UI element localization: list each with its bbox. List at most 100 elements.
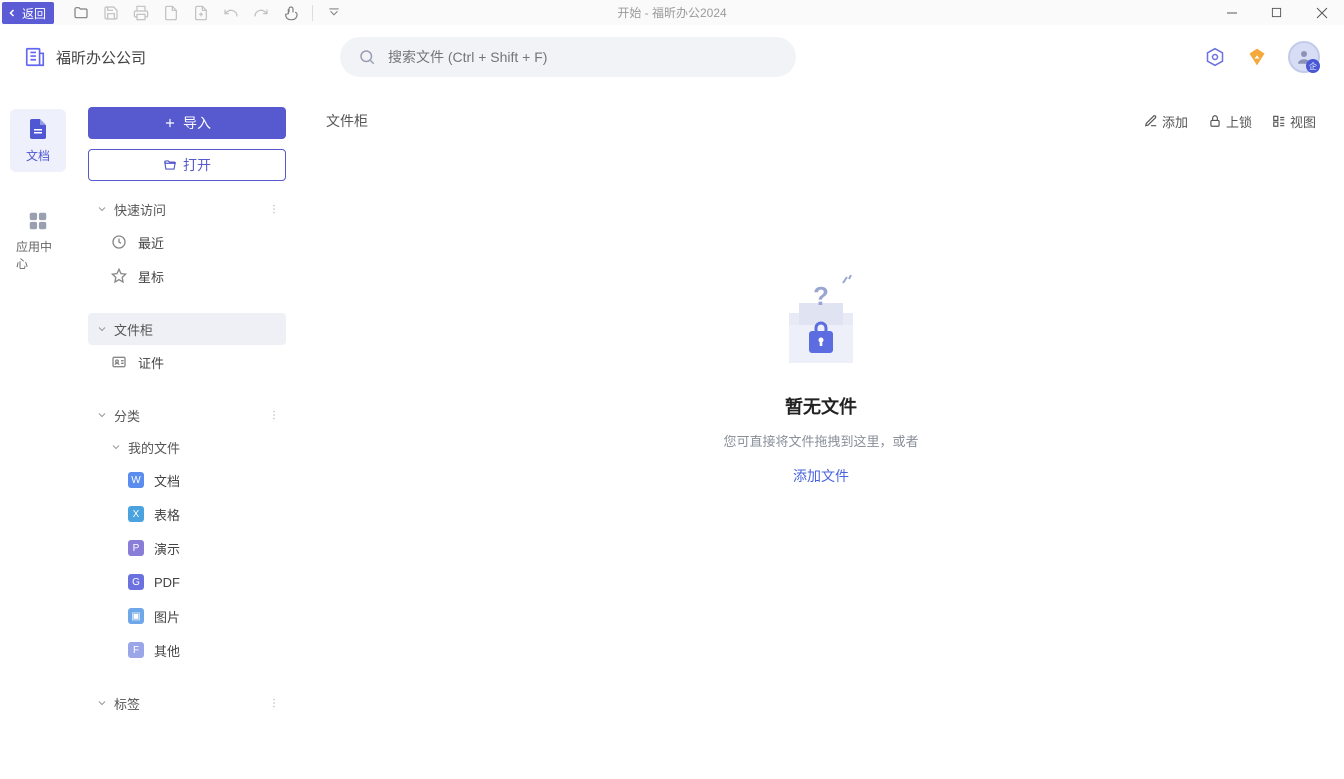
maximize-button[interactable]: [1254, 0, 1299, 25]
tool-add-label: 添加: [1162, 112, 1188, 131]
new-file-2-icon: [186, 0, 216, 25]
settings-icon[interactable]: [1204, 46, 1226, 68]
clock-icon: [110, 234, 128, 250]
app-header: 福昕办公公司 企: [0, 25, 1344, 89]
sub-my-files[interactable]: 我的文件: [88, 431, 286, 463]
chevron-down-icon: [96, 203, 108, 215]
cat-other-label: 其他: [154, 641, 180, 660]
tool-lock[interactable]: 上锁: [1208, 112, 1252, 131]
window-title: 开始 - 福昕办公2024: [617, 4, 726, 21]
section-quick-access[interactable]: 快速访问: [88, 193, 286, 225]
rail-app-center[interactable]: 应用中心: [10, 202, 66, 280]
toolbar-quick-actions: [66, 0, 349, 25]
section-cabinet[interactable]: 文件柜: [88, 313, 286, 345]
view-icon: [1272, 114, 1286, 128]
tool-view-label: 视图: [1290, 112, 1316, 131]
empty-title: 暂无文件: [785, 393, 857, 419]
tool-view[interactable]: 视图: [1272, 112, 1316, 131]
section-tags[interactable]: 标签: [88, 687, 286, 719]
empty-description: 您可直接将文件拖拽到这里，或者: [723, 431, 918, 450]
brand-name: 福昕办公公司: [56, 47, 146, 68]
brand: 福昕办公公司: [24, 46, 324, 68]
chevron-down-icon: [96, 323, 108, 335]
cat-images[interactable]: ▣图片: [88, 599, 286, 633]
chevron-down-icon: [96, 697, 108, 709]
search-icon: [358, 48, 376, 66]
company-icon: [24, 46, 46, 68]
cat-docs[interactable]: W 文档: [88, 463, 286, 497]
doc-type-icon: W: [128, 472, 144, 488]
section-quick-label: 快速访问: [114, 200, 166, 219]
item-certificates-label: 证件: [138, 353, 164, 372]
section-cabinet-label: 文件柜: [114, 320, 153, 339]
save-icon: [96, 0, 126, 25]
edit-add-icon: [1144, 114, 1158, 128]
rail-app-center-label: 应用中心: [16, 238, 60, 272]
main-header: 文件柜 添加 上锁 视图: [326, 107, 1316, 135]
back-button[interactable]: 返回: [2, 2, 54, 24]
empty-add-link[interactable]: 添加文件: [793, 466, 849, 486]
tool-add[interactable]: 添加: [1144, 112, 1188, 131]
plus-icon: [163, 116, 177, 130]
section-category-label: 分类: [114, 406, 140, 425]
new-file-1-icon: [156, 0, 186, 25]
cat-docs-label: 文档: [154, 471, 180, 490]
chevron-down-icon: [96, 409, 108, 421]
main-title: 文件柜: [326, 111, 368, 131]
empty-state: ? 暂无文件 您可直接将文件拖拽到这里，或者 添加文件: [326, 275, 1316, 486]
redo-icon: [246, 0, 276, 25]
user-avatar[interactable]: 企: [1288, 41, 1320, 73]
cat-sheets[interactable]: X 表格: [88, 497, 286, 531]
cat-sheets-label: 表格: [154, 505, 180, 524]
chevron-down-icon: [110, 441, 122, 453]
cat-pdf[interactable]: G PDF: [88, 565, 286, 599]
item-starred[interactable]: 星标: [88, 259, 286, 293]
empty-illustration: ?: [771, 275, 871, 375]
title-bar: 返回 开始 - 福昕办公2024: [0, 0, 1344, 25]
side-panel: 导入 打开 快速访问 最近 星标 文件柜 证件 分类: [76, 89, 298, 779]
main-tools: 添加 上锁 视图: [1144, 112, 1316, 131]
more-icon[interactable]: [268, 697, 280, 709]
search-bar[interactable]: [340, 37, 796, 77]
item-certificates[interactable]: 证件: [88, 345, 286, 379]
sheet-type-icon: X: [128, 506, 144, 522]
header-right: 企: [1204, 41, 1320, 73]
import-button[interactable]: 导入: [88, 107, 286, 139]
cat-pdf-label: PDF: [154, 575, 180, 590]
folder-open-icon: [163, 158, 177, 172]
search-input[interactable]: [388, 49, 778, 65]
pdf-type-icon: G: [128, 574, 144, 590]
undo-icon: [216, 0, 246, 25]
back-label: 返回: [22, 5, 46, 22]
main-content: 文件柜 添加 上锁 视图 ? 暂无文件: [298, 89, 1344, 779]
cat-other[interactable]: F 其他: [88, 633, 286, 667]
section-category[interactable]: 分类: [88, 399, 286, 431]
minimize-button[interactable]: [1209, 0, 1254, 25]
tool-lock-label: 上锁: [1226, 112, 1252, 131]
dropdown-more-icon[interactable]: [319, 0, 349, 25]
cat-pres[interactable]: P 演示: [88, 531, 286, 565]
avatar-badge: 企: [1306, 59, 1320, 73]
item-recent-label: 最近: [138, 233, 164, 252]
other-type-icon: F: [128, 642, 144, 658]
print-icon: [126, 0, 156, 25]
star-icon: [110, 268, 128, 284]
pres-type-icon: P: [128, 540, 144, 556]
open-button[interactable]: 打开: [88, 149, 286, 181]
more-icon[interactable]: [268, 203, 280, 215]
cat-images-label: 图片: [154, 607, 180, 626]
vip-icon[interactable]: [1246, 46, 1268, 68]
open-label: 打开: [183, 155, 211, 175]
nav-rail: 文档 应用中心: [0, 89, 76, 779]
app-body: 文档 应用中心 导入 打开 快速访问 最近 星标: [0, 89, 1344, 779]
touch-icon[interactable]: [276, 0, 306, 25]
open-folder-icon[interactable]: [66, 0, 96, 25]
more-icon[interactable]: [268, 409, 280, 421]
apps-icon: [27, 210, 49, 232]
sub-my-files-label: 我的文件: [128, 438, 180, 457]
rail-documents[interactable]: 文档: [10, 109, 66, 172]
cat-pres-label: 演示: [154, 539, 180, 558]
window-controls: [1209, 0, 1344, 25]
item-recent[interactable]: 最近: [88, 225, 286, 259]
close-button[interactable]: [1299, 0, 1344, 25]
